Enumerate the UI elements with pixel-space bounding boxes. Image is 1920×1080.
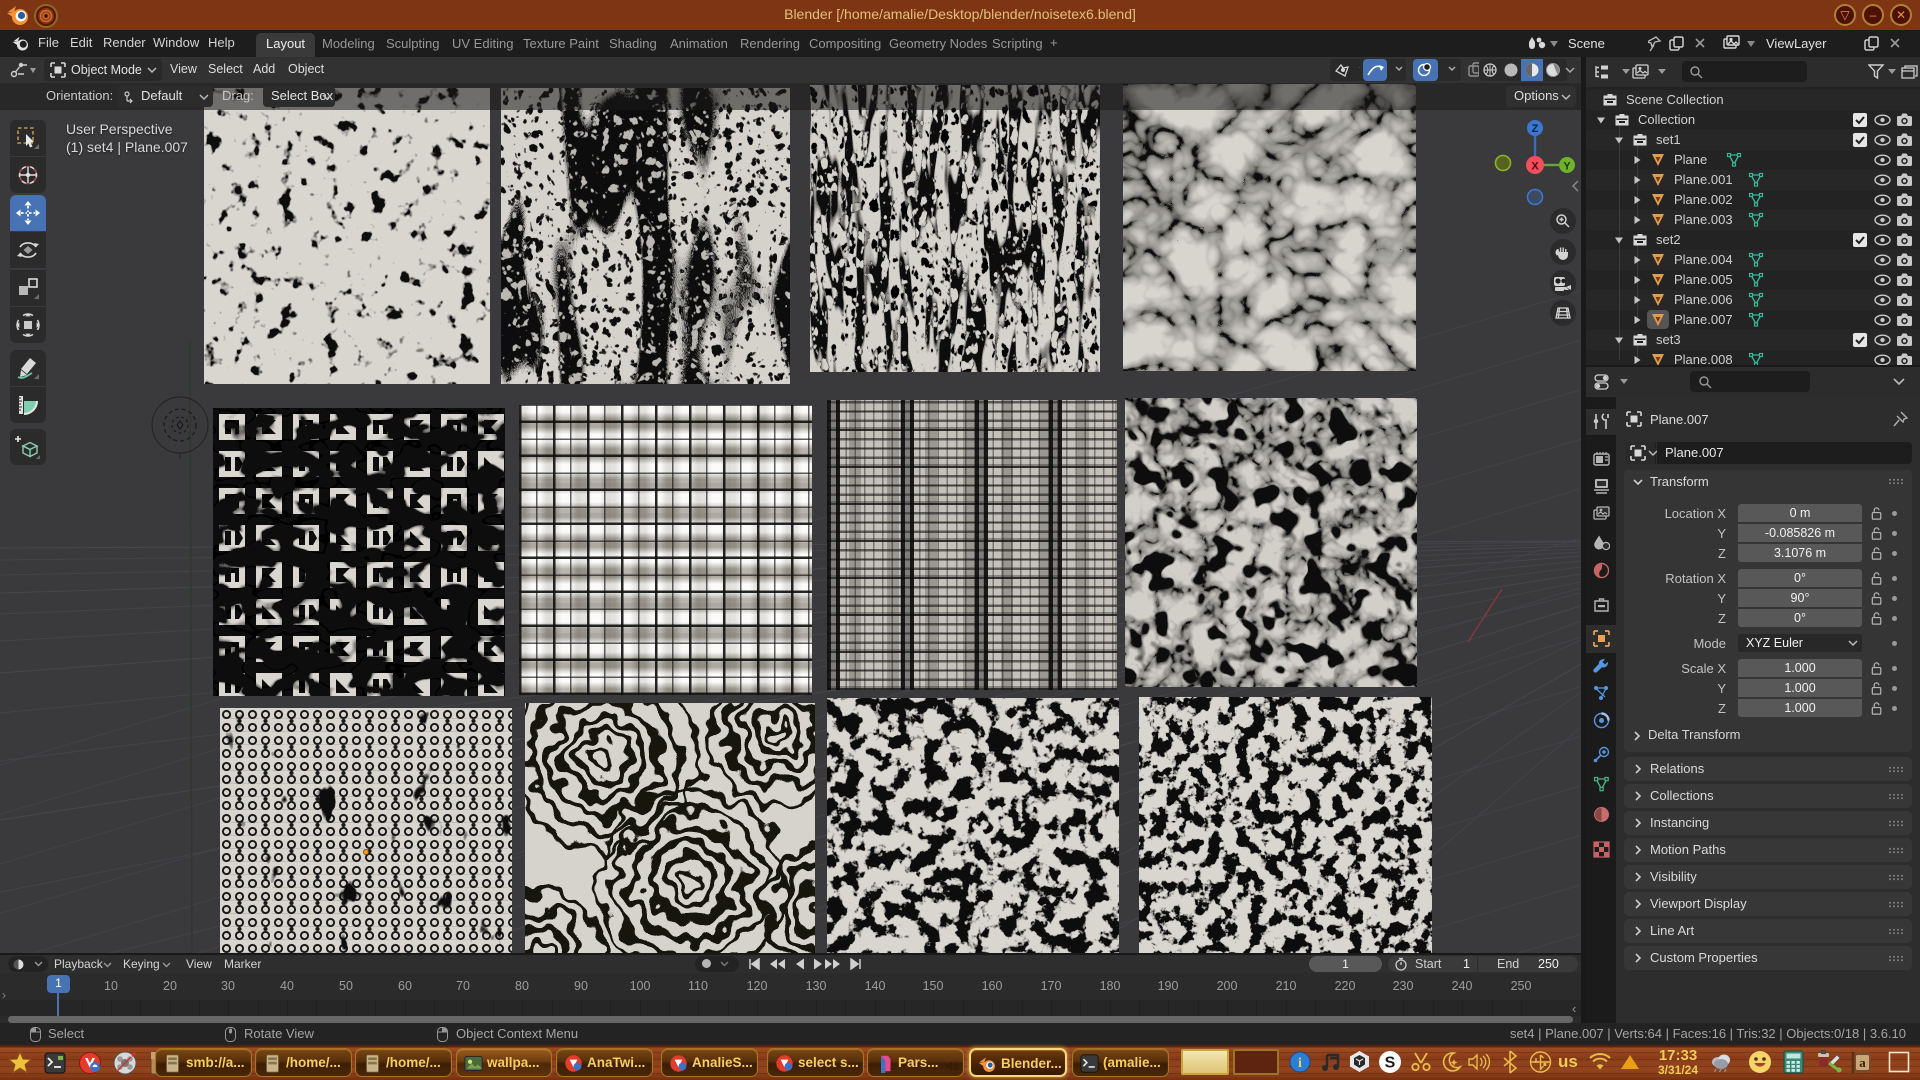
- svg-text:X: X: [1531, 161, 1539, 173]
- svg-text:a: a: [1859, 1055, 1866, 1070]
- svg-text:Z: Z: [1532, 123, 1539, 135]
- svg-text:i: i: [1298, 1056, 1302, 1071]
- svg-text:S: S: [1385, 1055, 1396, 1072]
- svg-text:Y: Y: [1563, 161, 1571, 173]
